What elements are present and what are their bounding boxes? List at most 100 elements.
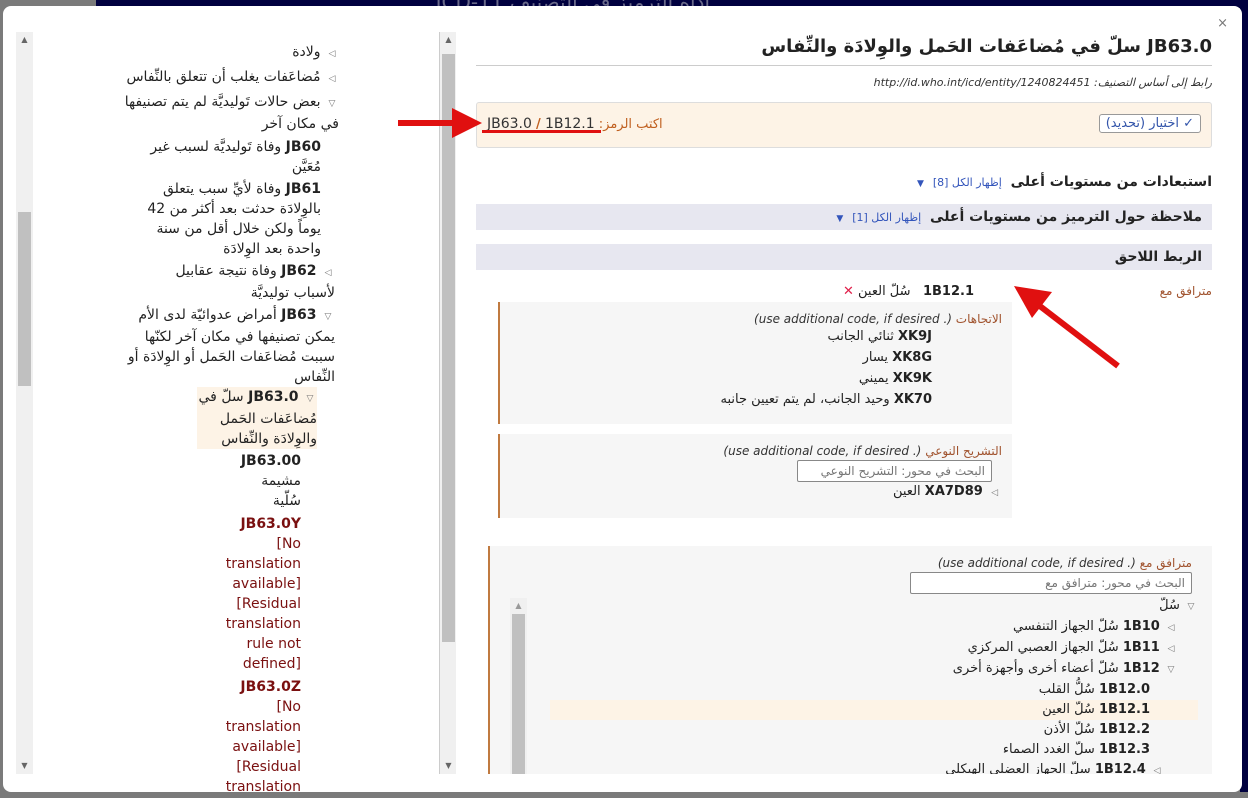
postcoord-title: سُلّ العين [858,284,911,299]
scroll-thumb[interactable] [18,212,31,386]
associated-option[interactable]: ◁ 1B12.4 سلّ الجهاز العضلي الهيكلي [490,760,1198,774]
associated-option[interactable]: 1B12.2 سُلّ الأذن [490,720,1198,740]
associated-title: مترافق مع [1139,556,1192,570]
laterality-option[interactable]: XK9K يميني [500,368,932,389]
associated-with-label: مترافق مع [1159,284,1212,298]
expand-triangle-icon[interactable]: ◁ [321,263,335,283]
remove-icon[interactable]: ✕ [843,284,854,299]
expand-triangle-icon[interactable]: ◁ [1164,618,1178,638]
associated-option[interactable]: ◁ 1B11 سُلّ الجهاز العصبي المركزي [490,638,1198,659]
uri-label: رابط إلى أساس التصنيف: [1094,76,1212,89]
tree-node-code[interactable]: JB62 [281,263,316,279]
entity-title: JB63.0 سلّ في مُضاعَفات الحَمل والوِلادَ… [476,30,1212,66]
collapse-triangle-icon[interactable]: ▽ [303,389,317,409]
associated-option[interactable]: ◁ 1B10 سُلّ الجهاز التنفسي [490,617,1198,638]
close-icon[interactable]: × [1217,16,1228,31]
classification-tree-pane: ▲ ▼ ▲ ▼ ◁ ولادة ◁ مُضاعَفات يغلب أن تتعل… [14,32,456,795]
anatomy-axis-box: التشريح النوعي (. use additional code, i… [498,434,1012,518]
laterality-option[interactable]: XK8G يسار [500,347,932,368]
associated-search-input[interactable] [910,572,1192,594]
coding-note-heading: ملاحظة حول الترميز من مستويات أعلى [930,209,1202,225]
tree-node-label[interactable]: بعض حالات تَوليديَّة لم يتم تصنيفها في م… [125,94,339,132]
tree-node-label[interactable]: مُضاعَفات يغلب أن تتعلق بالنِّفاس [126,69,320,85]
tree-node-code[interactable]: JB61 [286,181,321,197]
postcoord-value: 1B12.1 سُلّ العين ✕ [843,284,974,299]
anatomy-option[interactable]: ◁ XA7D89 العين [500,484,1012,499]
scroll-down-icon[interactable]: ▼ [16,758,33,774]
code-label: اكتب الرمز: [598,117,663,132]
anatomy-title: التشريح النوعي [925,444,1002,458]
laterality-title: الاتجاهات [955,312,1002,326]
caret-down-icon[interactable]: ▼ [917,179,924,189]
scroll-thumb[interactable] [512,614,525,774]
exclusions-section: استبعادات من مستويات أعلى إظهار الكل [8]… [476,174,1212,190]
tree-node[interactable]: ▽ JB63 أمراض عدوائيّة لدى الأم يمكن تصني… [119,305,439,387]
scroll-up-icon[interactable]: ▲ [510,598,527,614]
scroll-up-icon[interactable]: ▲ [440,32,457,48]
tree-node-code[interactable]: JB63.0Z [240,679,301,695]
expand-triangle-icon[interactable]: ◁ [1150,761,1164,774]
tree-node-code[interactable]: JB63 [281,307,316,323]
associated-axis-box: مترافق مع (. use additional code, if des… [488,546,1212,774]
expand-triangle-icon[interactable]: ◁ [325,69,339,89]
scroll-thumb[interactable] [442,54,455,642]
tree-node-code[interactable]: JB60 [286,139,321,155]
postcoordination-section: الربط اللاحق [476,244,1212,270]
tree-node-label[interactable]: ولادة [292,44,320,60]
expand-triangle-icon[interactable]: ◁ [991,488,998,498]
tree-node[interactable]: JB61 وفاة لأيِّ سبب يتعلق بالوِلادَة حدث… [139,179,439,259]
postcoordination-heading: الربط اللاحق [1114,249,1202,265]
associated-option[interactable]: ▽ 1B12 سُلّ أعضاء أخرى وأجهزة أخرى [490,659,1198,680]
associated-tree-scrollbar[interactable]: ▲ [510,598,527,774]
anatomy-search-input[interactable] [797,460,992,482]
tree-node[interactable]: ▽ بعض حالات تَوليديَّة لم يتم تصنيفها في… [119,92,439,134]
scroll-down-icon[interactable]: ▼ [440,758,457,774]
expand-triangle-icon[interactable]: ◁ [1164,639,1178,659]
tree-node[interactable]: JB63.0Z [No translation available] [Resi… [226,677,301,797]
associated-option-selected[interactable]: 1B12.1 سُلّ العين [550,700,1198,720]
laterality-axis-box: الاتجاهات (. use additional code, if des… [498,302,1012,424]
tree-node-code[interactable]: JB63.0Y [240,516,301,532]
collapse-triangle-icon[interactable]: ▽ [325,94,339,114]
tree-node-label[interactable]: [No translation available] [Residual tra… [226,536,301,672]
laterality-option[interactable]: XK70 وحيد الجانب، لم يتم تعيين جانبه [500,389,933,410]
tree-scrollbar[interactable]: ▲ ▼ [439,32,456,774]
anatomy-hint: (. use additional code, if desired) [723,444,922,458]
tree-node-label[interactable]: [No translation available] [Residual tra… [226,699,301,795]
uri-link[interactable]: http://id.who.int/icd/entity/1240824451 [874,76,1091,89]
tree-node-code[interactable]: JB63.0 [248,389,298,405]
annotation-underline [482,130,601,133]
expand-triangle-icon[interactable]: ◁ [325,44,339,64]
associated-root[interactable]: ▽ سُلّ [490,596,1198,617]
show-all-exclusions-link[interactable]: إظهار الكل [8] [933,176,1002,189]
collapse-triangle-icon[interactable]: ▽ [1164,660,1178,680]
select-button[interactable]: ✓ اختيار (تحديد) [1098,114,1201,133]
scroll-up-icon[interactable]: ▲ [16,32,33,48]
tree-node[interactable]: JB63.0Y [No translation available] [Resi… [226,514,301,674]
backdrop-bottom [0,792,1248,798]
exclusions-heading: استبعادات من مستويات أعلى [1010,174,1212,190]
laterality-hint: (. use additional code, if desired) [754,312,952,326]
annotation-arrow-icon [398,108,482,138]
tree-node[interactable]: ◁ ولادة [34,42,439,64]
tree-node-label[interactable]: مشيمة سُلّية [261,473,301,509]
collapse-triangle-icon[interactable]: ▽ [1184,597,1198,617]
tree-node-code[interactable]: JB63.00 [241,453,301,469]
tree-node-selected[interactable]: ▽ JB63.0 سلّ في مُضاعَفات الحَمل والوِلا… [197,387,317,449]
caret-down-icon[interactable]: ▼ [836,214,843,224]
foundation-uri: رابط إلى أساس التصنيف: http://id.who.int… [476,76,1212,89]
code-panel: ✓ اختيار (تحديد) اكتب الرمز: JB63.0 / 1B… [476,102,1212,148]
tree-node[interactable]: ◁ مُضاعَفات يغلب أن تتعلق بالنِّفاس [34,67,439,89]
tree-scrollbar-outer[interactable]: ▲ ▼ [16,32,33,774]
classification-tree: ◁ ولادة ◁ مُضاعَفات يغلب أن تتعلق بالنِّ… [34,36,439,797]
collapse-triangle-icon[interactable]: ▽ [321,307,335,327]
tree-node[interactable]: JB63.00 مشيمة سُلّية [241,451,301,511]
laterality-option[interactable]: XK9J ثنائي الجانب [500,326,932,347]
associated-tree: ▽ سُلّ ◁ 1B10 سُلّ الجهاز التنفسي ◁ 1B11… [490,596,1212,774]
associated-option[interactable]: 1B12.0 سُلُّ القلب [490,680,1198,700]
associated-hint: (. use additional code, if desired) [937,556,1136,570]
tree-node[interactable]: JB60 وفاة تَوليديَّة لسبب غير مُعَيَّن [139,137,439,177]
tree-node[interactable]: ◁ JB62 وفاة نتيجة عقابيل لأسباب توليديَّ… [139,261,439,303]
show-all-coding-note-link[interactable]: إظهار الكل [1] [852,211,921,224]
associated-option[interactable]: 1B12.3 سلّ الغدد الصماء [490,740,1198,760]
